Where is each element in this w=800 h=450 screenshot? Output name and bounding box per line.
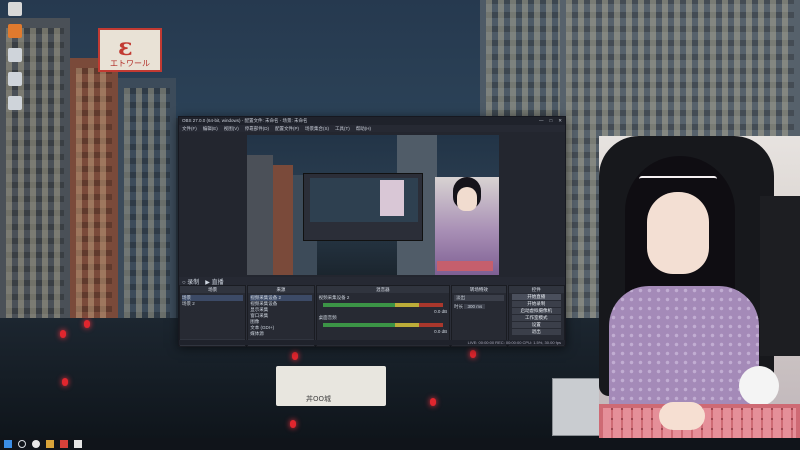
source-item[interactable]: 媒体源: [250, 331, 311, 337]
preview-toolbar: ○ 录制 ▶ 直播: [179, 277, 565, 286]
wallpaper-boat: 丼OO城: [276, 366, 386, 406]
lantern: [290, 420, 296, 428]
preview-webcam-keyboard: [437, 261, 493, 271]
preview-building: [247, 155, 273, 275]
start-streaming-button[interactable]: 开始直播: [511, 294, 561, 300]
transitions-dock[interactable]: 转场特效 淡出 时长 300 ms: [451, 285, 507, 347]
sources-dock[interactable]: 来源 视频采集设备 2 视频采集设备 显示采集 窗口采集 图像 文本 (GDI+…: [247, 285, 315, 347]
desktop-icon[interactable]: [4, 72, 26, 87]
mixer-channel-name: 桌面音频: [318, 315, 337, 320]
app-shortcut-icon: [8, 2, 22, 16]
scenes-dock-title: 场景: [180, 286, 246, 293]
menu-view[interactable]: 视图(V): [224, 126, 239, 132]
windows-start-icon[interactable]: [4, 440, 12, 448]
obs-window[interactable]: OBS 27.0.0 (64-bit, windows) - 配置文件: 未命名…: [178, 116, 566, 347]
obs-preview-area[interactable]: [179, 132, 565, 277]
wallpaper-sign: ε エトワール: [98, 28, 162, 72]
mixer-channel-db: 0.0 dB: [434, 329, 448, 334]
transitions-dock-title: 转场特效: [452, 286, 506, 293]
desktop-icon[interactable]: [4, 2, 26, 17]
lantern: [60, 330, 66, 338]
duration-label: 时长: [454, 304, 464, 309]
app-shortcut-icon: [8, 24, 22, 38]
lantern: [84, 320, 90, 328]
close-button[interactable]: ✕: [558, 118, 562, 124]
menu-edit[interactable]: 编辑(E): [203, 126, 218, 132]
obs-icon[interactable]: [32, 440, 40, 448]
desktop-icon[interactable]: [4, 48, 26, 63]
menu-help[interactable]: 帮助(H): [356, 126, 371, 132]
obs-docks: 场景 场景 场景 2 + − ∧ ∨ 来源 视频采集设备 2 视频采集设备 显示…: [179, 285, 565, 347]
audio-meter: [322, 323, 444, 327]
lantern: [430, 398, 436, 406]
preview-building: [273, 165, 293, 275]
obs-title-bar[interactable]: OBS 27.0.0 (64-bit, windows) - 配置文件: 未命名…: [179, 117, 565, 125]
app-shortcut-icon: [8, 96, 22, 110]
nested-obs-preview: [303, 173, 423, 241]
wallpaper-ac-unit: [552, 378, 600, 436]
taskbar: [0, 438, 800, 450]
webcam-overlay: [599, 136, 800, 450]
obs-menu-bar: 文件(F) 编辑(E) 视图(V) 停靠部件(D) 配置文件(P) 场景集合(S…: [179, 125, 565, 132]
duration-input[interactable]: 300 ms: [464, 304, 486, 309]
obs-window-title: OBS 27.0.0 (64-bit, windows) - 配置文件: 未命名…: [182, 118, 308, 123]
lantern: [62, 378, 68, 386]
preview-canvas[interactable]: [247, 135, 499, 275]
lantern: [292, 352, 298, 360]
audio-meter: [322, 303, 444, 307]
scenes-dock[interactable]: 场景 场景 场景 2 + − ∧ ∨: [179, 285, 247, 347]
mixer-channel-name: 视频采集设备 2: [318, 295, 350, 300]
boat-label: 丼OO城: [306, 395, 332, 403]
gaming-chair-side: [760, 196, 800, 356]
fur-cushion: [739, 366, 779, 406]
desktop-icon[interactable]: [4, 96, 26, 111]
obs-status-bar: LIVE: 00:00:00 REC: 00:00:00 CPU: 1.5%, …: [179, 340, 565, 345]
controls-dock-title: 控件: [508, 286, 564, 293]
menu-scene-collection[interactable]: 场景集合(S): [305, 126, 329, 132]
lantern: [470, 350, 476, 358]
sign-glyph: ε: [118, 32, 133, 61]
nested-webcam: [380, 180, 404, 216]
start-virtual-camera-button[interactable]: 启动虚拟摄像机: [511, 308, 561, 314]
streamer-headband: [639, 176, 717, 182]
maximize-button[interactable]: □: [550, 118, 553, 124]
desktop-overlay-notes: [2, 118, 98, 126]
app-icon[interactable]: [74, 440, 82, 448]
streamer-dress: [609, 286, 759, 406]
menu-docks[interactable]: 停靠部件(D): [245, 126, 269, 132]
menu-tools[interactable]: 工具(T): [335, 126, 350, 132]
preview-webcam-source[interactable]: [435, 177, 499, 275]
preview-webcam-face: [457, 187, 477, 211]
scene-item[interactable]: 场景 2: [182, 301, 243, 307]
streamer-face: [647, 192, 709, 274]
desktop-icon[interactable]: [4, 24, 26, 39]
menu-profile[interactable]: 配置文件(P): [275, 126, 299, 132]
studio-mode-button[interactable]: 工作室模式: [511, 315, 561, 321]
search-icon[interactable]: [18, 440, 26, 448]
app-shortcut-icon: [8, 48, 22, 62]
app-icon[interactable]: [46, 440, 54, 448]
audio-mixer-dock[interactable]: 混音器 视频采集设备 2 0.0 dB 桌面音频 0.0 dB: [315, 285, 451, 347]
minimize-button[interactable]: —: [539, 118, 544, 124]
app-icon[interactable]: [60, 440, 68, 448]
settings-button[interactable]: 设置: [511, 322, 561, 328]
mixer-dock-title: 混音器: [316, 286, 450, 293]
menu-file[interactable]: 文件(F): [182, 126, 197, 132]
transition-select[interactable]: 淡出: [454, 295, 504, 301]
controls-dock[interactable]: 控件 开始直播 开始录制 启动虚拟摄像机 工作室模式 设置 退出: [507, 285, 565, 347]
start-recording-button[interactable]: 开始录制: [511, 301, 561, 307]
sources-dock-title: 来源: [248, 286, 314, 293]
exit-button[interactable]: 退出: [511, 329, 561, 335]
app-shortcut-icon: [8, 72, 22, 86]
streamer-hand: [659, 402, 705, 430]
